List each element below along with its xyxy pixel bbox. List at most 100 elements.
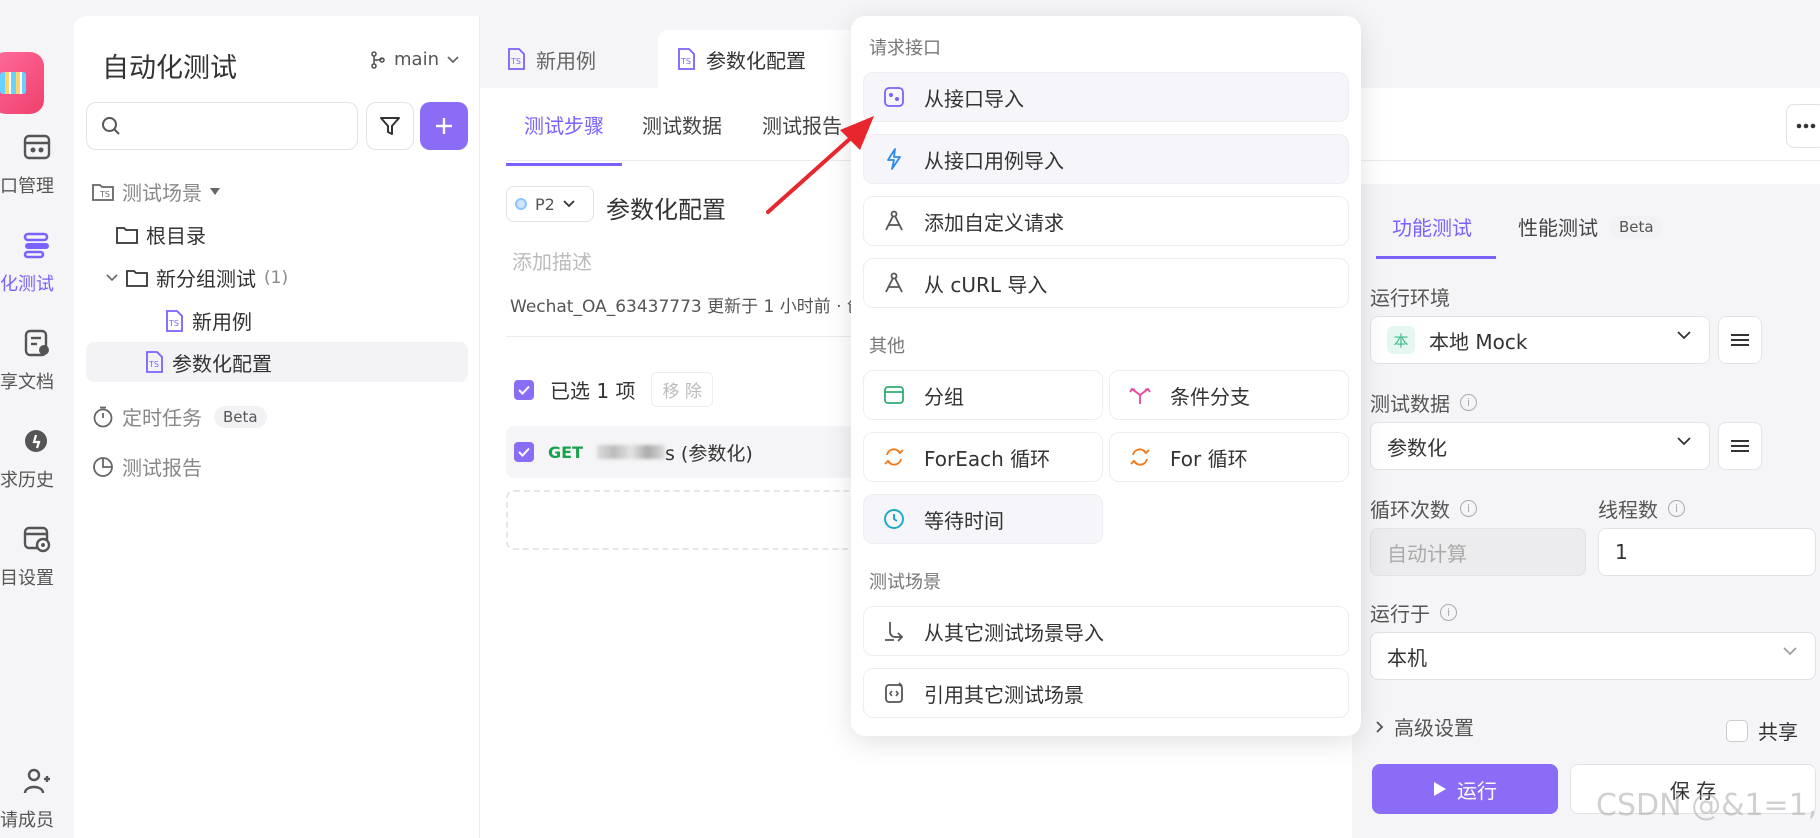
tree-item-root[interactable]: 根目录 [116, 220, 206, 249]
label-text: 循环次数 [1370, 498, 1450, 522]
info-icon: i [1460, 394, 1477, 411]
request-history-icon [25, 430, 47, 452]
import-icon [885, 622, 904, 642]
menu-label: 从 cURL 导入 [924, 272, 1048, 297]
share-checkbox[interactable]: 共享 [1726, 716, 1798, 745]
more-button[interactable] [1786, 104, 1820, 148]
info-icon: i [1460, 500, 1477, 517]
add-step-dropzone[interactable] [506, 490, 876, 550]
threads-input[interactable]: 1 [1598, 528, 1816, 576]
check-icon [518, 385, 530, 395]
test-data-select[interactable]: 参数化 [1370, 422, 1710, 470]
menu-label: 引用其它测试场景 [924, 682, 1084, 707]
svg-text:TS: TS [148, 360, 159, 369]
step-row[interactable]: GET s (参数化) [506, 426, 876, 478]
rail-label: 享文档 [0, 372, 54, 393]
clock-icon [884, 509, 904, 529]
run-panel: 功能测试 性能测试 Beta 运行环境 本 本地 Mock 测试数据 i 参数化… [1352, 184, 1820, 838]
label-text: 运行于 [1370, 602, 1430, 626]
pie-chart-icon [93, 456, 113, 477]
folder-icon [126, 269, 148, 287]
tree-item-scenarios[interactable]: TS 测试场景 [92, 177, 220, 206]
svg-text:TS: TS [168, 319, 179, 328]
app-logo-icon[interactable] [0, 52, 44, 114]
run-on-select[interactable]: 本机 [1370, 632, 1816, 680]
tab-new-case[interactable]: TS 新用例 [488, 30, 614, 88]
menu-wait-time[interactable]: 等待时间 [863, 494, 1103, 544]
group-icon [884, 386, 904, 404]
menu-group[interactable]: 分组 [863, 370, 1103, 420]
step-checkbox[interactable] [514, 442, 534, 462]
menu-for-loop[interactable]: For 循环 [1109, 432, 1349, 482]
timer-icon [93, 406, 113, 427]
menu-condition-branch[interactable]: 条件分支 [1109, 370, 1349, 420]
tab-performance-test[interactable]: 性能测试 Beta [1518, 212, 1663, 241]
subtab-report[interactable]: 测试报告 [742, 110, 862, 166]
subtab-steps[interactable]: 测试步骤 [506, 110, 622, 166]
tree-item-case-param[interactable]: TS 参数化配置 [86, 342, 468, 382]
api-case-import-icon [887, 148, 901, 170]
rail-item-invite-member[interactable]: 请成员 [0, 766, 74, 832]
section-request: 请求接口 [869, 38, 941, 59]
tree-label: 定时任务 [122, 406, 202, 430]
advanced-settings-toggle[interactable]: 高级设置 [1376, 712, 1474, 741]
menu-label: 条件分支 [1170, 384, 1250, 409]
search-input[interactable] [86, 102, 358, 150]
case-title[interactable]: 参数化配置 [606, 190, 726, 225]
check-icon [518, 447, 530, 457]
run-button[interactable]: 运行 [1372, 764, 1558, 814]
branch-selector[interactable]: main [370, 49, 459, 70]
tab-underline [1376, 256, 1496, 259]
add-step-menu: 请求接口 从接口导入 从接口用例导入 添加自定义请求 从 cURL 导入 其他 … [851, 16, 1361, 736]
add-button[interactable] [420, 102, 468, 150]
tab-label: 功能测试 [1392, 216, 1472, 240]
menu-reference-scenario[interactable]: 引用其它测试场景 [863, 668, 1349, 718]
watermark: CSDN @&1=1, [1596, 788, 1818, 823]
env-manage-button[interactable] [1718, 316, 1762, 364]
menu-label: ForEach 循环 [924, 446, 1051, 471]
menu-import-scenario[interactable]: 从其它测试场景导入 [863, 606, 1349, 656]
threads-label: 线程数 i [1598, 494, 1685, 523]
env-select[interactable]: 本 本地 Mock [1370, 316, 1710, 364]
data-manage-button[interactable] [1718, 422, 1762, 470]
rail-item-request-history[interactable]: 求历史 [0, 426, 74, 492]
more-dots-icon [1796, 123, 1816, 129]
rail-item-api-management[interactable]: 口管理 [0, 132, 74, 198]
menu-add-custom-request[interactable]: 添加自定义请求 [863, 196, 1349, 246]
env-badge: 本 [1387, 326, 1415, 354]
rail-item-shared-docs[interactable]: 享文档 [0, 328, 74, 394]
remove-button[interactable]: 移 除 [651, 372, 713, 407]
tab-param-config[interactable]: TS 参数化配置 [658, 30, 858, 88]
compass-icon [885, 210, 903, 231]
subtab-data[interactable]: 测试数据 [622, 110, 742, 166]
branch-name: main [394, 49, 439, 70]
rail-item-project-settings[interactable]: 目设置 [0, 524, 74, 590]
tree-item-case-new[interactable]: TS 新用例 [164, 306, 252, 335]
invite-member-icon [23, 768, 50, 794]
filter-button[interactable] [366, 102, 414, 150]
case-meta: Wechat_OA_63437773 更新于 1 小时前 · 创 [510, 297, 864, 317]
menu-label: 从接口用例导入 [924, 148, 1064, 173]
chevron-down-icon [447, 55, 459, 63]
tree-item-scheduled[interactable]: 定时任务 Beta [92, 402, 267, 431]
share-label: 共享 [1758, 720, 1798, 744]
priority-select[interactable]: P2 [506, 186, 594, 222]
tab-label: 性能测试 [1518, 216, 1598, 240]
select-all-checkbox[interactable] [514, 379, 534, 400]
tree-item-group[interactable]: 新分组测试 (1) [106, 263, 288, 292]
menu-import-api[interactable]: 从接口导入 [863, 72, 1349, 122]
rail-item-automation-test[interactable]: 化测试 [0, 230, 74, 296]
automation-test-icon [23, 232, 49, 259]
tree-label: 测试报告 [122, 456, 202, 480]
tree-label: 新用例 [192, 310, 252, 334]
folder-icon [116, 226, 138, 244]
menu-import-api-case[interactable]: 从接口用例导入 [863, 134, 1349, 184]
tab-functional-test[interactable]: 功能测试 [1392, 212, 1472, 241]
description-input[interactable]: 添加描述 [512, 246, 592, 275]
chevron-down-icon [1677, 437, 1691, 446]
svg-text:TS: TS [99, 190, 110, 199]
tree-item-report[interactable]: 测试报告 [92, 452, 202, 481]
checkbox-box[interactable] [1726, 719, 1748, 742]
menu-foreach-loop[interactable]: ForEach 循环 [863, 432, 1103, 482]
menu-import-curl[interactable]: 从 cURL 导入 [863, 258, 1349, 308]
